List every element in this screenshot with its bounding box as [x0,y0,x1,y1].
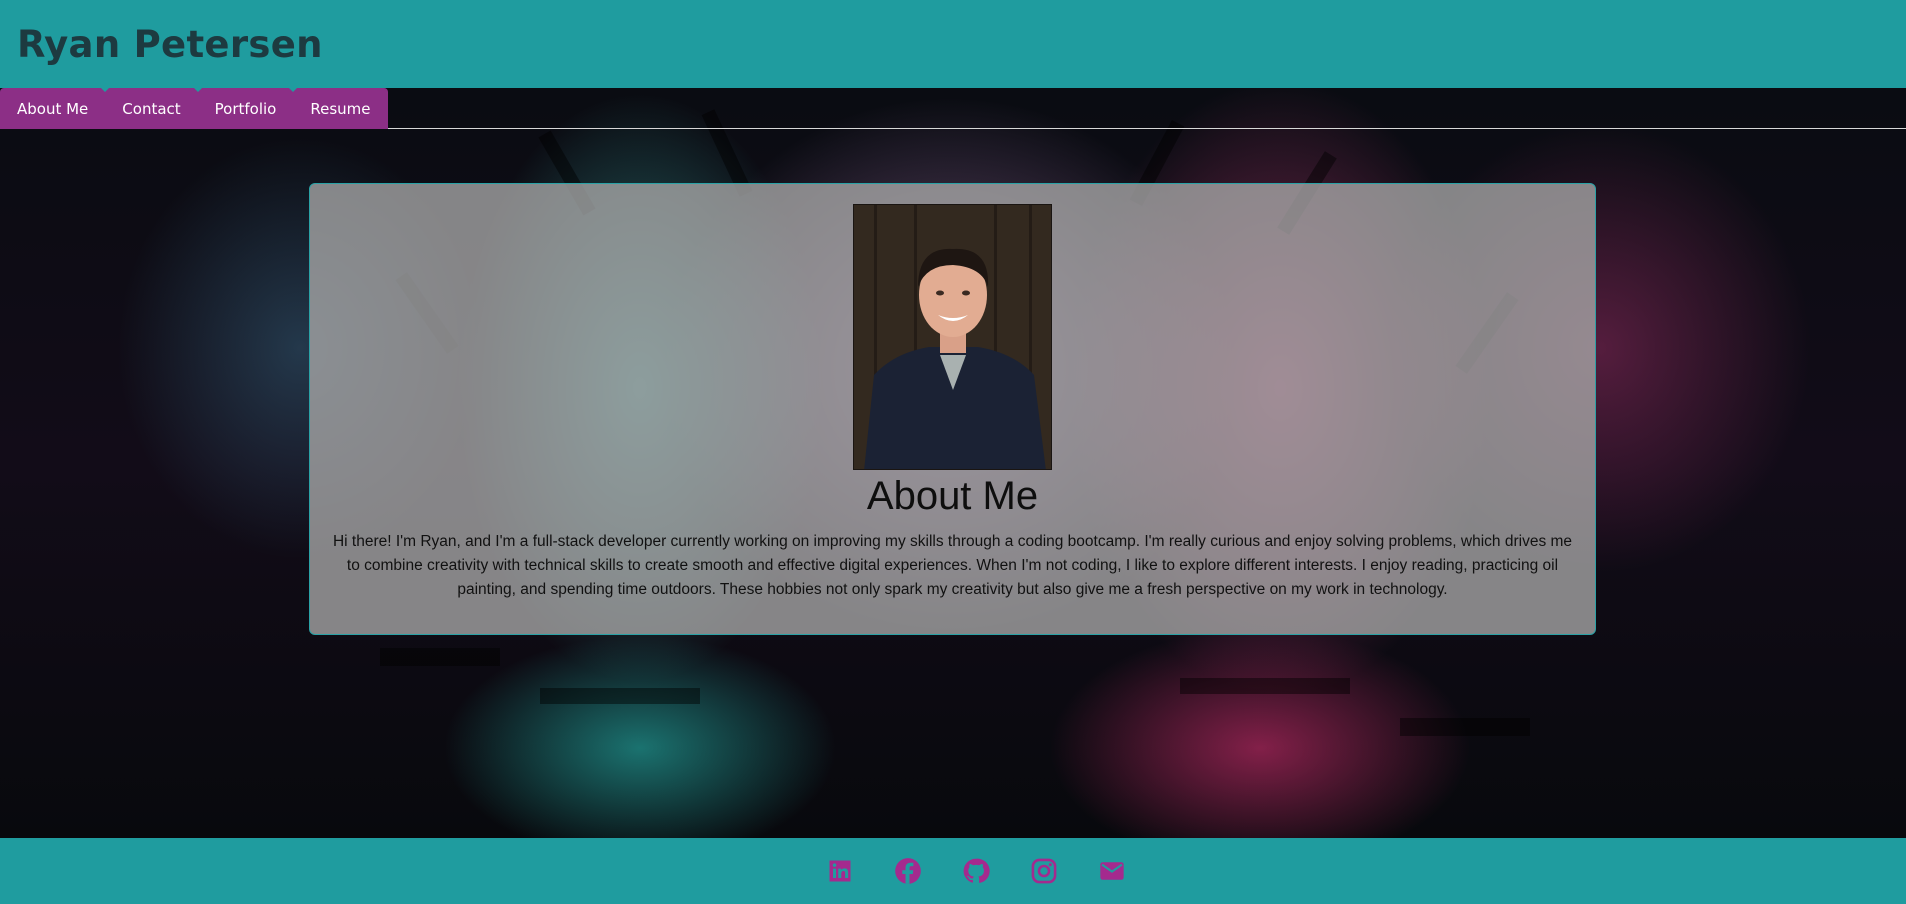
nav-about-me[interactable]: About Me [0,88,105,129]
site-header: Ryan Petersen [0,0,1906,88]
linkedin-icon[interactable] [826,857,854,885]
site-title: Ryan Petersen [17,22,323,66]
profile-photo [853,204,1052,470]
email-icon[interactable] [1098,857,1126,885]
nav-contact[interactable]: Contact [101,88,197,129]
nav-resume[interactable]: Resume [289,88,387,129]
github-icon[interactable] [962,857,990,885]
main-nav: About Me Contact Portfolio Resume [0,88,388,129]
site-footer [0,838,1906,904]
facebook-icon[interactable] [894,857,922,885]
nav-portfolio[interactable]: Portfolio [193,88,294,129]
about-heading: About Me [866,474,1039,518]
about-body: Hi there! I'm Ryan, and I'm a full-stack… [332,533,1573,598]
instagram-icon[interactable] [1030,857,1058,885]
about-card: About Me Hi there! I'm Ryan, and I'm a f… [309,183,1596,635]
